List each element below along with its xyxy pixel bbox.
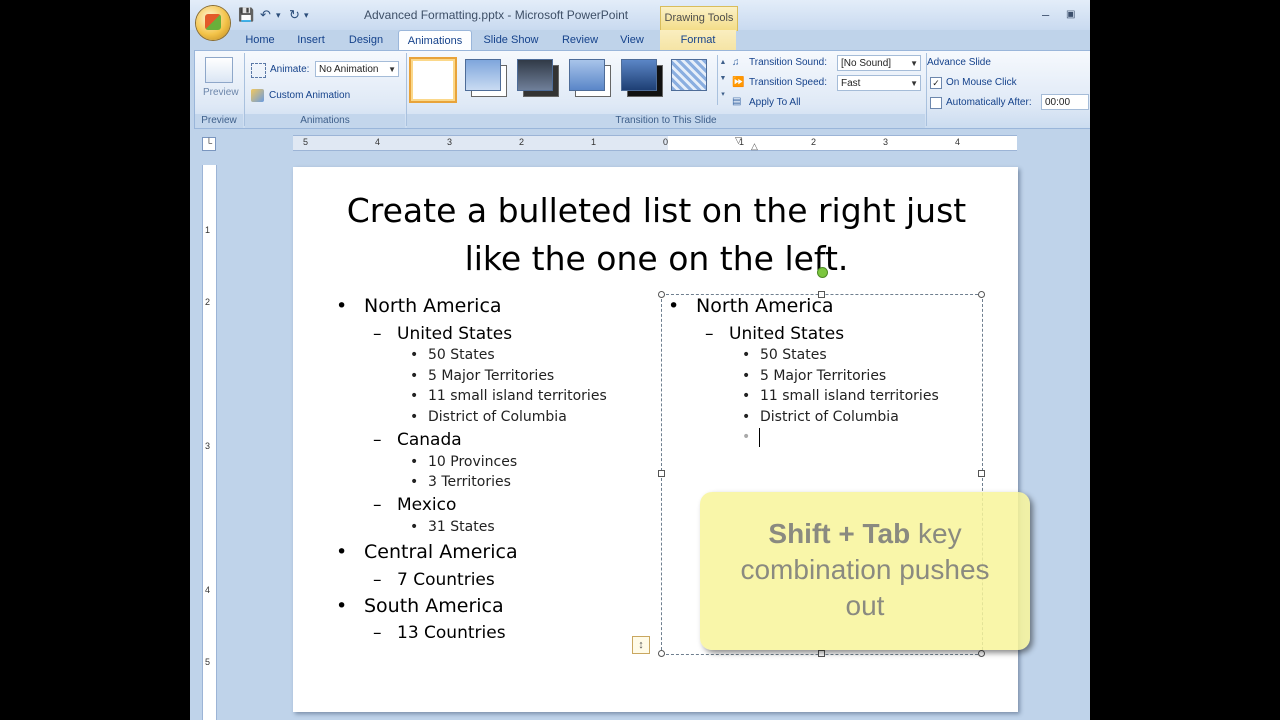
apply-to-all-button[interactable]: Apply To All	[749, 97, 801, 108]
on-mouse-click-checkbox[interactable]: ✓	[930, 77, 942, 89]
transition-fade-smoothly[interactable]	[465, 59, 507, 99]
resize-handle[interactable]	[658, 470, 665, 477]
animate-icon	[251, 63, 266, 78]
tab-slide-show[interactable]: Slide Show	[480, 30, 542, 50]
transition-cut[interactable]	[569, 59, 611, 99]
gallery-scroll[interactable]: ▲ ▼ ▾	[717, 55, 728, 105]
text-cursor	[759, 428, 760, 447]
left-bulleted-list[interactable]: • North America – United States • 50 States…	[293, 167, 653, 712]
auto-after-label: Automatically After:	[946, 97, 1032, 108]
transition-fade-through-black[interactable]	[517, 59, 559, 99]
resize-handle[interactable]	[978, 650, 985, 657]
right-bulleted-list[interactable]: • North America – United States • 50 States…	[653, 167, 983, 467]
callout-text: combination pushes	[740, 554, 990, 585]
transition-no-transition[interactable]	[409, 57, 457, 103]
ribbon-tabs: Home Insert Design Animations Slide Show…	[190, 30, 1090, 51]
restore-icon[interactable]: ▣	[1066, 9, 1075, 20]
callout-key-combo: Shift + Tab	[768, 518, 911, 549]
resize-handle[interactable]	[818, 650, 825, 657]
on-mouse-click-label: On Mouse Click	[946, 77, 1017, 88]
window-title: Advanced Formatting.pptx - Microsoft Pow…	[364, 8, 629, 22]
custom-animation-icon	[251, 89, 264, 102]
group-label-preview: Preview	[195, 114, 243, 128]
animate-value: No Animation	[319, 64, 379, 75]
tab-home[interactable]: Home	[240, 30, 280, 50]
transition-speed-label: Transition Speed:	[749, 77, 828, 88]
transition-speed-value: Fast	[841, 78, 861, 89]
ruler-number: 5	[205, 657, 211, 667]
transition-speed-dropdown[interactable]: Fast ▼	[837, 75, 921, 91]
animate-dropdown[interactable]: No Animation ▼	[315, 61, 399, 77]
vertical-ruler[interactable]: 1 2 3 4 5	[202, 165, 217, 720]
ruler-number: 3	[447, 137, 453, 147]
chevron-down-icon: ▼	[910, 59, 918, 68]
ruler-number: 4	[955, 137, 961, 147]
horizontal-ruler[interactable]: 5 4 3 2 1 0 1 2 3 4 ▽ △	[293, 135, 1017, 151]
ruler-number: 2	[811, 137, 817, 147]
ruler-number: 5	[303, 137, 309, 147]
transition-dissolve[interactable]	[671, 59, 713, 99]
transition-sound-dropdown[interactable]: [No Sound] ▼	[837, 55, 921, 71]
ruler-number: 1	[205, 225, 211, 235]
resize-handle[interactable]	[978, 470, 985, 477]
preview-icon[interactable]	[205, 57, 233, 83]
resize-handle[interactable]	[658, 650, 665, 657]
speed-icon: ⏩	[732, 77, 745, 88]
redo-icon[interactable]: ↻	[289, 7, 300, 23]
ruler-margin	[293, 136, 668, 150]
auto-after-input[interactable]: 00:00	[1041, 94, 1089, 110]
tab-animations[interactable]: Animations	[398, 30, 472, 51]
ruler-number: 4	[205, 585, 211, 595]
tab-view[interactable]: View	[614, 30, 650, 50]
tab-review[interactable]: Review	[556, 30, 604, 50]
apply-all-icon: ▤	[732, 96, 742, 107]
ruler-number: 2	[519, 137, 525, 147]
auto-after-checkbox[interactable]	[930, 97, 942, 109]
group-label-transition: Transition to This Slide	[407, 114, 925, 128]
instruction-callout: Shift + Tab key combination pushes out	[700, 492, 1030, 650]
ruler-number: 4	[375, 137, 381, 147]
autofit-options-icon[interactable]: ↕	[632, 636, 650, 654]
undo-dropdown-icon[interactable]: ▾	[276, 10, 281, 21]
hanging-indent-icon[interactable]: △	[751, 141, 758, 152]
title-bar: 💾 ↶ ▾ ↻ ▾ Advanced Formatting.pptx - Mic…	[190, 0, 1090, 31]
auto-after-value: 00:00	[1045, 97, 1071, 108]
ruler-number: 1	[591, 137, 597, 147]
chevron-down-icon: ▼	[388, 65, 396, 74]
transition-sound-value: [No Sound]	[841, 58, 892, 69]
undo-icon[interactable]: ↶	[260, 7, 271, 23]
tab-selector[interactable]: └	[202, 137, 216, 151]
ribbon: Preview Preview Animate: No Animation ▼ C…	[194, 50, 1090, 129]
transition-cut-through-black[interactable]	[621, 59, 663, 99]
advance-slide-title: Advance Slide	[927, 57, 991, 68]
office-button[interactable]	[196, 6, 230, 40]
sound-icon: ♫	[732, 57, 740, 68]
chevron-down-icon: ▼	[910, 79, 918, 88]
indent-marker-icon[interactable]: ▽	[735, 135, 742, 146]
callout-text: key	[910, 518, 962, 549]
tab-insert[interactable]: Insert	[290, 30, 332, 50]
office-logo-icon	[205, 14, 221, 30]
custom-animation-button[interactable]: Custom Animation	[269, 90, 350, 101]
minimize-icon[interactable]: –	[1042, 7, 1049, 22]
preview-button-label[interactable]: Preview	[203, 87, 239, 98]
drawing-tools-label: Drawing Tools	[660, 6, 738, 31]
ruler-number: 2	[205, 297, 211, 307]
group-label-animations: Animations	[245, 114, 405, 128]
tab-format[interactable]: Format	[660, 30, 736, 50]
animate-label: Animate:	[270, 64, 310, 75]
customize-qat-icon[interactable]: ▾	[304, 10, 309, 21]
ruler-number: 0	[663, 137, 669, 147]
callout-text: out	[845, 590, 885, 621]
transition-sound-label: Transition Sound:	[749, 57, 828, 68]
tab-design[interactable]: Design	[342, 30, 390, 50]
save-icon[interactable]: 💾	[238, 7, 254, 23]
ruler-number: 3	[205, 441, 211, 451]
ruler-number: 3	[883, 137, 889, 147]
